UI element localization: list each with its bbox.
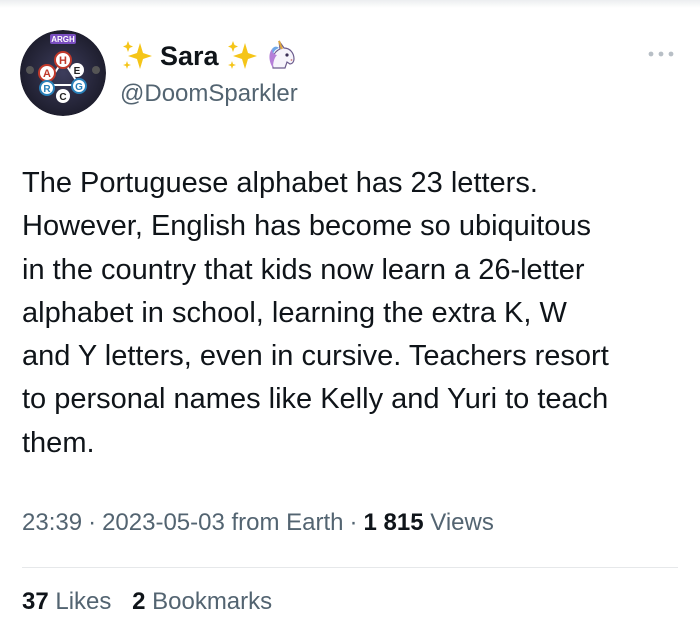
avatar-letter: A [43, 68, 51, 80]
top-edge [0, 0, 700, 8]
more-options-button[interactable] [644, 42, 678, 66]
author-names: Sara @DoomSparkler [120, 38, 299, 108]
avatar-letter: C [59, 92, 66, 103]
display-name-row[interactable]: Sara [120, 38, 299, 74]
tweet-text: The Portuguese alphabet has 23 letters. … [22, 167, 609, 459]
sparkles-icon [120, 39, 154, 73]
avatar-letter: G [75, 82, 83, 93]
bookmarks-stat[interactable]: 2 Bookmarks [132, 588, 272, 615]
avatar-letter: E [74, 66, 81, 77]
divider [22, 567, 678, 568]
likes-count: 37 [22, 588, 49, 615]
likes-label: Likes [55, 588, 112, 615]
more-horizontal-icon [648, 51, 674, 57]
avatar[interactable]: ARGH H E A G R C [20, 30, 106, 116]
author-handle[interactable]: @DoomSparkler [120, 80, 299, 108]
bookmarks-label: Bookmarks [152, 588, 273, 615]
separator: · [88, 509, 97, 536]
tweet-meta: 23:39 · 2023-05-03 from Earth · 1 815 Views [22, 509, 494, 537]
unicorn-icon [263, 38, 299, 74]
avatar-letter: R [43, 84, 51, 95]
views-label: Views [430, 509, 494, 536]
tweet-header: ARGH H E A G R C Sara @DoomSparkler [20, 30, 680, 120]
bookmarks-count: 2 [132, 588, 146, 615]
engagement-stats: 37 Likes 2 Bookmarks [22, 588, 286, 616]
tweet-source: from Earth [231, 509, 344, 536]
display-name: Sara [160, 40, 219, 71]
views-count: 1 815 [363, 509, 424, 536]
tweet-time[interactable]: 23:39 [22, 509, 82, 536]
sparkles-icon [225, 39, 259, 73]
tweet-date[interactable]: 2023-05-03 [102, 509, 225, 536]
separator: · [349, 509, 358, 536]
avatar-letter: H [59, 55, 67, 67]
likes-stat[interactable]: 37 Likes [22, 588, 111, 615]
avatar-title: ARGH [51, 35, 75, 44]
